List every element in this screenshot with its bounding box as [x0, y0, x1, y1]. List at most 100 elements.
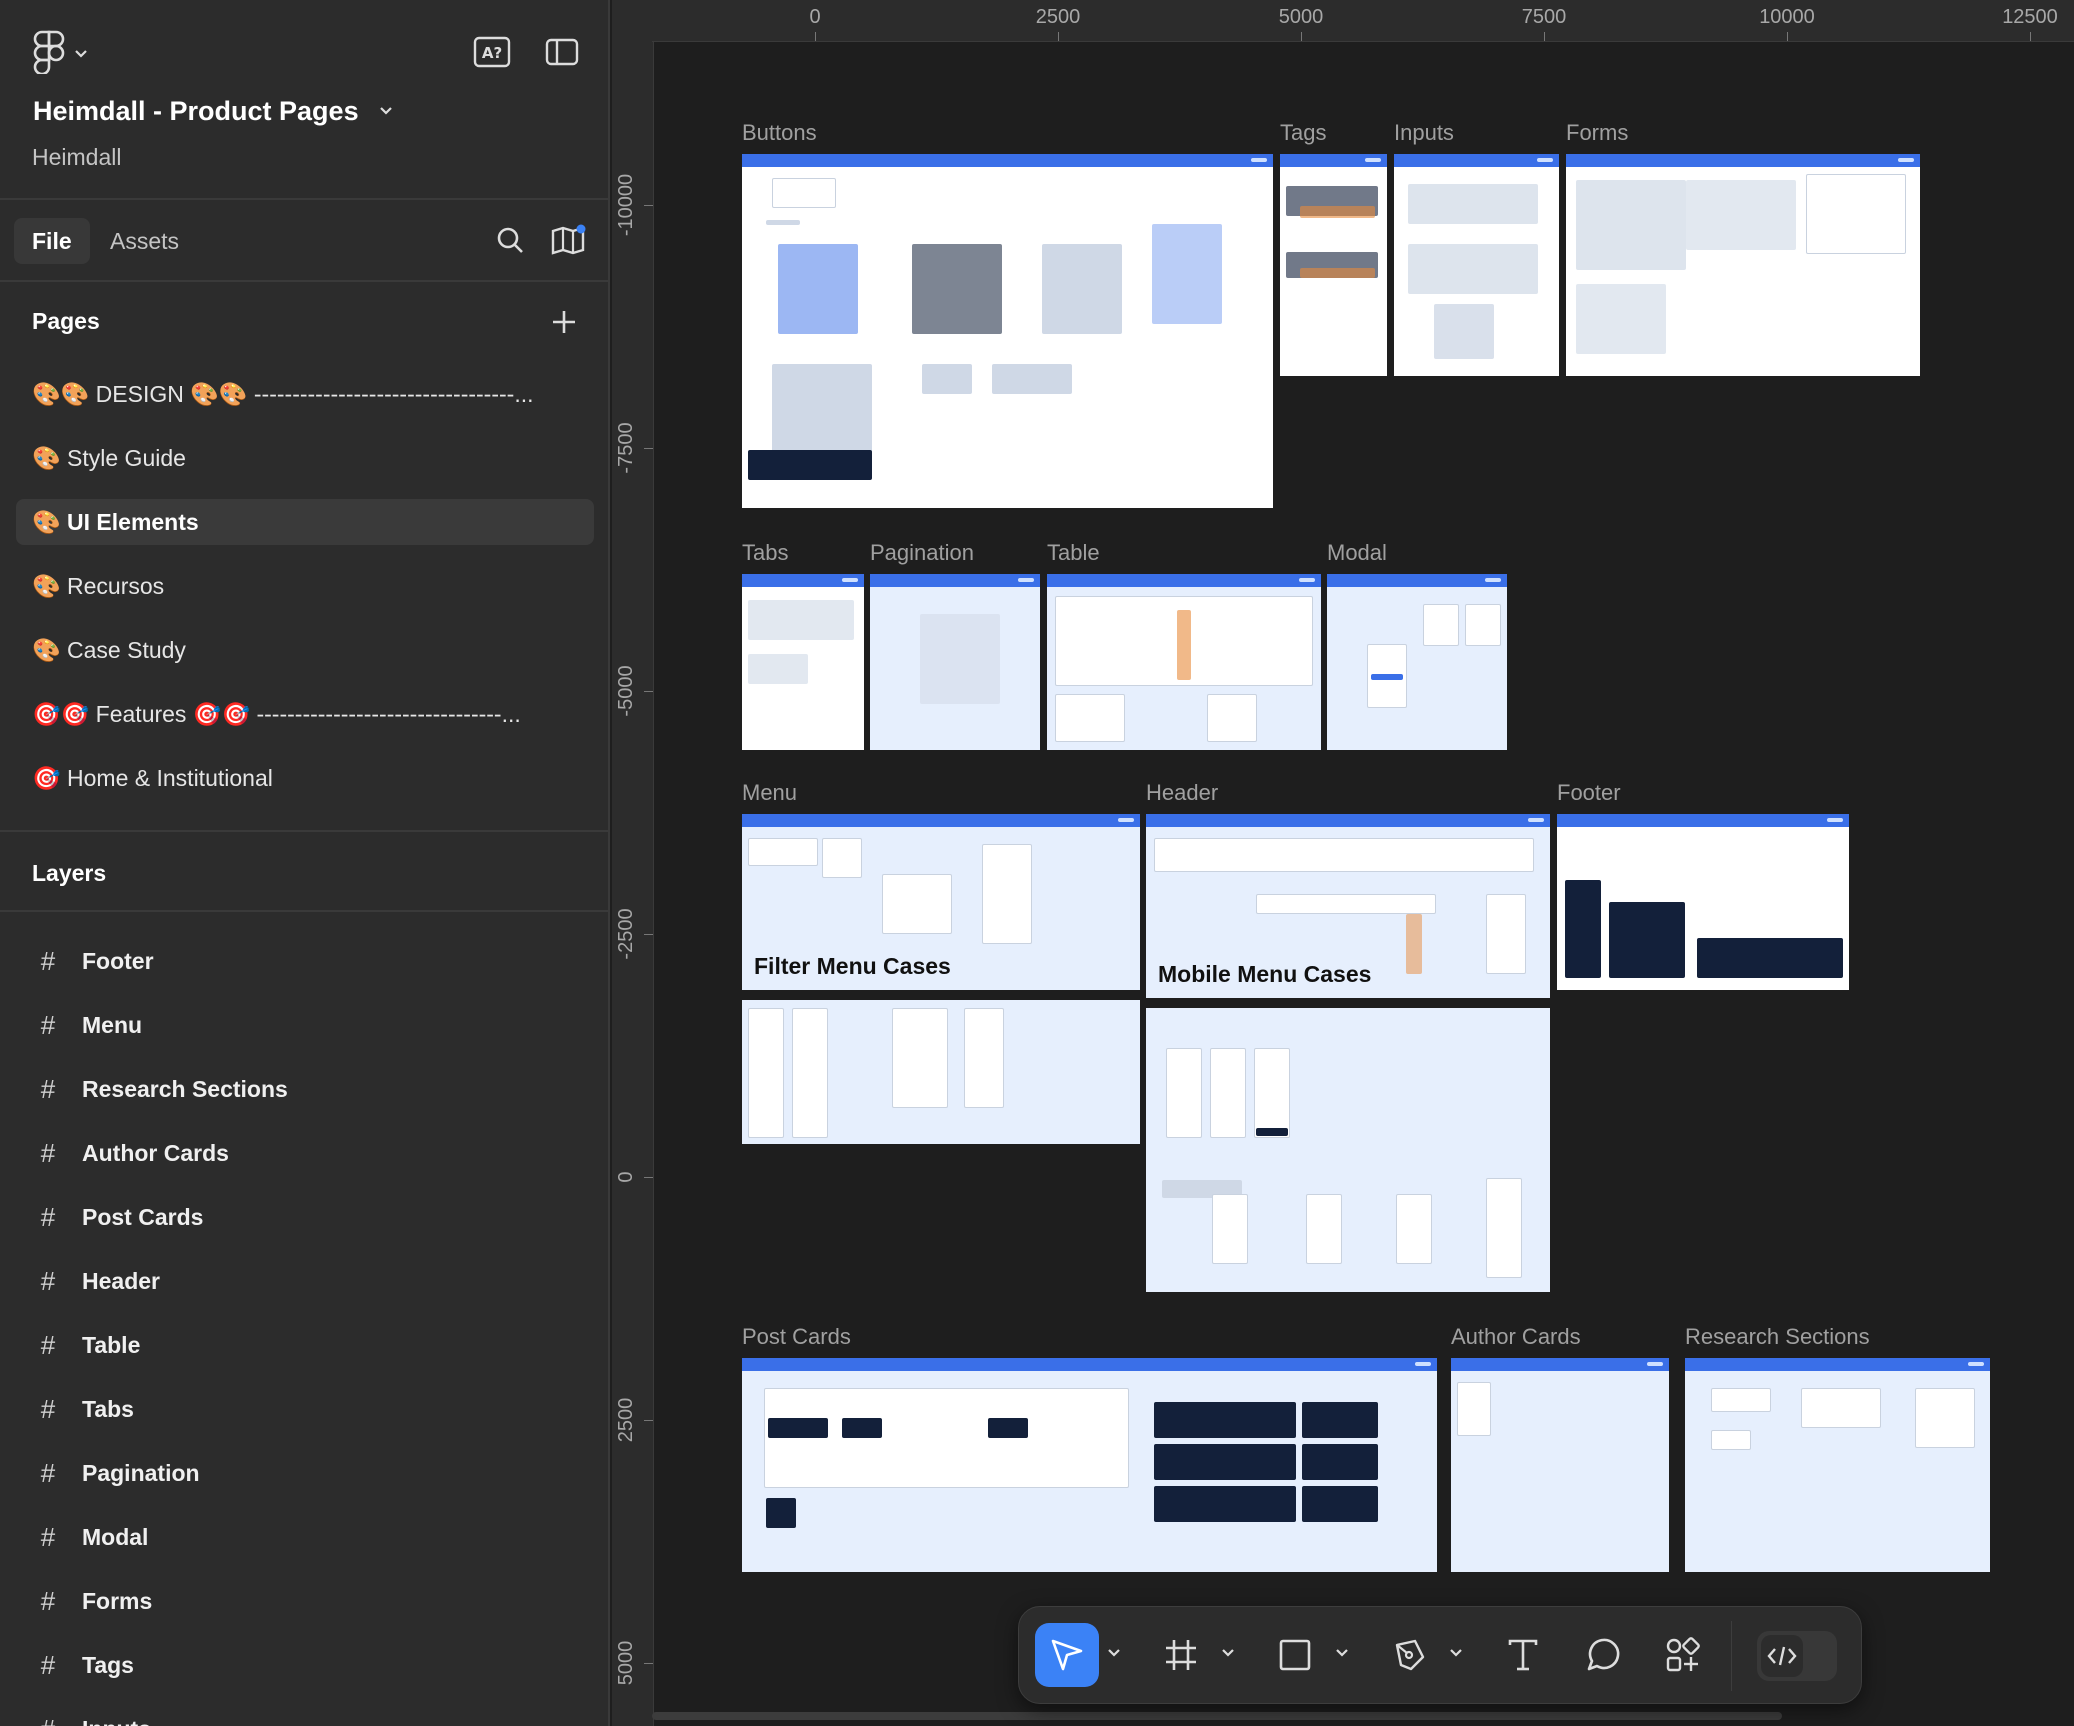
layer-tabs[interactable]: # Tabs	[36, 1389, 134, 1429]
ruler-tick: -10000	[615, 173, 637, 237]
frame-content	[1711, 1388, 1771, 1412]
page-item-design[interactable]: 🎨🎨 DESIGN 🎨🎨 ---------------------------…	[16, 371, 594, 417]
frame-content	[1154, 1402, 1296, 1438]
page-item-features[interactable]: 🎯🎯 Features 🎯🎯 -------------------------…	[16, 691, 594, 737]
frame-label-tags[interactable]: Tags	[1280, 120, 1326, 146]
frame-header-bar	[1327, 574, 1507, 587]
frame-caption: Mobile Menu Cases	[1158, 961, 1372, 987]
frame-content	[1686, 180, 1796, 250]
frame-header-bar	[1557, 814, 1849, 827]
frame-header-bar	[742, 1358, 1437, 1371]
page-item-recursos[interactable]: 🎨 Recursos	[16, 563, 594, 609]
actions-tool-button[interactable]	[1651, 1623, 1715, 1687]
frame-header[interactable]: Mobile Menu Cases	[1146, 814, 1550, 998]
layer-modal[interactable]: # Modal	[36, 1517, 149, 1557]
frame-label-inputs[interactable]: Inputs	[1394, 120, 1454, 146]
layer-forms[interactable]: # Forms	[36, 1581, 153, 1621]
layer-research-sections[interactable]: # Research Sections	[36, 1069, 288, 1109]
frame-label-menu[interactable]: Menu	[742, 780, 797, 806]
frame-modal[interactable]	[1327, 574, 1507, 750]
chevron-down-icon[interactable]	[1335, 1645, 1349, 1663]
text-tool-button[interactable]	[1491, 1623, 1555, 1687]
rectangle-tool-button[interactable]	[1263, 1623, 1327, 1687]
frame-forms[interactable]	[1566, 154, 1920, 376]
frame-label-tabs[interactable]: Tabs	[742, 540, 788, 566]
frame-header-variants[interactable]	[1146, 1008, 1550, 1292]
frame-author-cards[interactable]	[1451, 1358, 1669, 1572]
horizontal-scrollbar[interactable]	[652, 1712, 1782, 1720]
ai-assist-button[interactable]: A?	[472, 32, 512, 72]
frame-content	[748, 654, 808, 684]
frame-inputs[interactable]	[1394, 154, 1559, 376]
frame-header-bar	[1146, 814, 1550, 827]
frame-content	[822, 838, 862, 878]
chevron-down-icon[interactable]	[1107, 1645, 1121, 1663]
frame-content	[1576, 180, 1686, 270]
frame-content	[1300, 206, 1375, 218]
frame-label-modal[interactable]: Modal	[1327, 540, 1387, 566]
frame-icon: #	[40, 1073, 56, 1104]
tab-file[interactable]: File	[14, 218, 90, 264]
frame-footer[interactable]	[1557, 814, 1849, 990]
frame-content	[1576, 284, 1666, 354]
dev-mode-toggle[interactable]	[1757, 1631, 1837, 1681]
toggle-sidebar-icon[interactable]	[542, 32, 582, 72]
frame-research-sections[interactable]	[1685, 1358, 1990, 1572]
ruler-mark	[1787, 32, 1788, 41]
ruler-mark	[644, 691, 653, 692]
layer-label: Menu	[82, 1011, 143, 1038]
add-page-icon[interactable]	[544, 302, 584, 342]
frame-tabs[interactable]	[742, 574, 864, 750]
team-name[interactable]: Heimdall	[32, 144, 121, 171]
frame-label-footer[interactable]: Footer	[1557, 780, 1621, 806]
layer-pagination[interactable]: # Pagination	[36, 1453, 200, 1493]
file-title-button[interactable]: Heimdall - Product Pages	[33, 96, 393, 127]
ruler-tick: 0	[809, 6, 821, 28]
ruler-tick: 5000	[1278, 6, 1324, 28]
layer-table[interactable]: # Table	[36, 1325, 141, 1365]
frame-post-cards[interactable]	[742, 1358, 1437, 1572]
layer-footer[interactable]: # Footer	[36, 941, 154, 981]
frame-label-header[interactable]: Header	[1146, 780, 1218, 806]
frame-label-buttons[interactable]: Buttons	[742, 120, 817, 146]
page-item-case-study[interactable]: 🎨 Case Study	[16, 627, 594, 673]
library-icon[interactable]	[548, 220, 588, 260]
frame-menu-variants[interactable]	[742, 1000, 1140, 1144]
frame-menu[interactable]: Filter Menu Cases	[742, 814, 1140, 990]
page-item-style-guide[interactable]: 🎨 Style Guide	[16, 435, 594, 481]
move-tool-button[interactable]	[1035, 1623, 1099, 1687]
layer-header[interactable]: # Header	[36, 1261, 160, 1301]
frame-label-pagination[interactable]: Pagination	[870, 540, 974, 566]
frame-label-research-sections[interactable]: Research Sections	[1685, 1324, 1870, 1350]
frame-label-table[interactable]: Table	[1047, 540, 1100, 566]
page-item-home-institutional[interactable]: 🎯 Home & Institutional	[16, 755, 594, 801]
pen-tool-button[interactable]	[1377, 1623, 1441, 1687]
main-menu-button[interactable]	[32, 30, 88, 79]
comment-tool-button[interactable]	[1571, 1623, 1635, 1687]
frame-content	[1457, 1382, 1491, 1436]
chevron-down-icon[interactable]	[1221, 1645, 1235, 1663]
layer-inputs[interactable]: # Inputs	[36, 1709, 151, 1726]
page-item-ui-elements[interactable]: 🎨 UI Elements	[16, 499, 594, 545]
frame-content	[748, 838, 818, 866]
tab-assets[interactable]: Assets	[92, 218, 197, 264]
frame-content	[1609, 902, 1685, 978]
layer-menu[interactable]: # Menu	[36, 1005, 142, 1045]
layers-heading: Layers	[32, 860, 107, 886]
layer-tags[interactable]: # Tags	[36, 1645, 134, 1685]
frame-pagination[interactable]	[870, 574, 1040, 750]
frame-label-post-cards[interactable]: Post Cards	[742, 1324, 851, 1350]
frame-label-forms[interactable]: Forms	[1566, 120, 1628, 146]
ruler-mark	[2030, 32, 2031, 41]
canvas[interactable]: -10000 -7500 -5000 -2500 0 2500 5000 0 2…	[612, 0, 2074, 1726]
frame-tool-button[interactable]	[1149, 1623, 1213, 1687]
layer-author-cards[interactable]: # Author Cards	[36, 1133, 229, 1173]
layer-post-cards[interactable]: # Post Cards	[36, 1197, 204, 1237]
frame-tags[interactable]	[1280, 154, 1387, 376]
search-icon[interactable]	[490, 220, 530, 260]
chevron-down-icon[interactable]	[1449, 1645, 1463, 1663]
frame-buttons[interactable]	[742, 154, 1273, 508]
frame-content	[1302, 1486, 1378, 1522]
frame-table[interactable]	[1047, 574, 1321, 750]
frame-label-author-cards[interactable]: Author Cards	[1451, 1324, 1581, 1350]
